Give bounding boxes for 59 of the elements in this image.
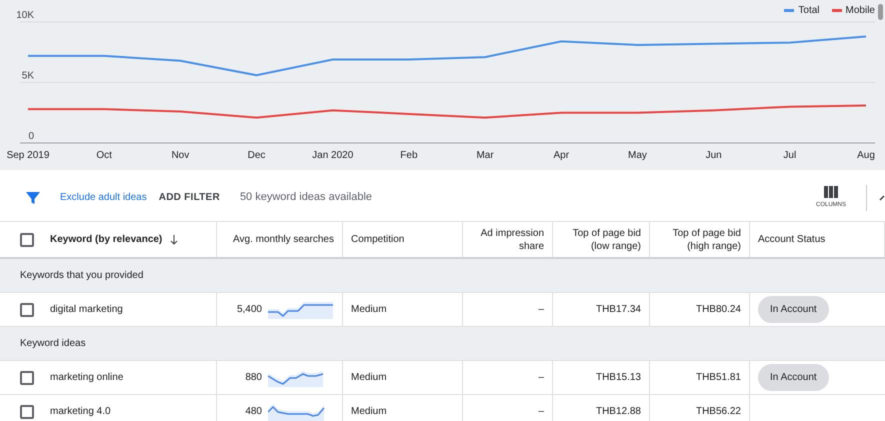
keyword-text: digital marketing [50,303,123,317]
section-heading: Keywords that you provided [20,269,144,283]
x-tick-label: Aug [857,150,875,161]
searches-value: 880 [245,371,262,385]
competition-value: Medium [351,405,387,419]
add-filter-button[interactable]: ADD FILTER [158,190,220,205]
expand-icon[interactable] [879,194,885,202]
column-header[interactable]: Keyword (by relevance) [50,232,162,247]
competition-value: Medium [351,371,387,385]
y-tick-label: 10K [16,10,34,21]
column-header[interactable]: Ad impression share [471,226,544,252]
impression-value: – [538,405,544,419]
searches-value: 480 [245,405,262,419]
impression-value: – [538,303,544,317]
columns-icon [824,186,838,198]
x-tick-label: Mar [476,150,494,161]
column-header[interactable]: Competition [351,233,404,246]
competition-value: Medium [351,303,387,317]
legend-label: Mobile [846,4,875,18]
keyword-text: marketing 4.0 [50,405,111,419]
y-tick-label: 5K [22,70,34,82]
keyword-count: 50 keyword ideas available [240,190,372,206]
exclude-adult-ideas-link[interactable]: Exclude adult ideas [60,190,147,205]
x-tick-label: Oct [96,150,112,161]
section-heading: Keyword ideas [20,337,86,351]
impression-value: – [538,371,544,385]
low-bid-value: THB12.88 [596,405,641,419]
x-tick-label: Nov [171,150,190,161]
high-bid-value: THB56.22 [696,405,741,419]
low-bid-value: THB15.13 [596,371,641,385]
trend-sparkline [268,300,334,318]
sort-arrow-icon[interactable] [170,234,178,244]
column-header[interactable]: Top of page bid (high range) [658,226,741,252]
x-tick-label: Apr [554,150,570,161]
high-bid-value: THB51.81 [696,371,741,385]
scrollbar-thumb[interactable] [878,4,883,20]
high-bid-value: THB80.24 [696,303,741,317]
checkbox[interactable] [20,370,34,384]
x-tick-label: Jan 2020 [312,150,354,161]
x-tick-label: Dec [248,150,266,161]
column-header[interactable]: Top of page bid (low range) [561,226,641,252]
checkbox[interactable] [20,302,34,316]
checkbox[interactable] [20,232,34,246]
column-header[interactable]: Account Status [758,233,826,246]
low-bid-value: THB17.34 [596,303,641,317]
legend-label: Total [798,4,820,18]
account-status-chip: In Account [758,364,829,391]
account-status-chip: In Account [758,296,829,323]
searches-value: 5,400 [236,303,262,317]
checkbox[interactable] [20,404,34,418]
y-tick-label: 0 [28,131,34,142]
filter-icon[interactable] [26,190,40,204]
x-tick-label: Sep 2019 [6,150,50,161]
x-tick-label: May [628,150,647,161]
keyword-text: marketing online [50,371,124,385]
x-tick-label: Jun [706,150,722,161]
x-tick-label: Jul [783,150,796,161]
column-header[interactable]: Avg. monthly searches [233,233,334,246]
x-tick-label: Feb [400,150,418,161]
